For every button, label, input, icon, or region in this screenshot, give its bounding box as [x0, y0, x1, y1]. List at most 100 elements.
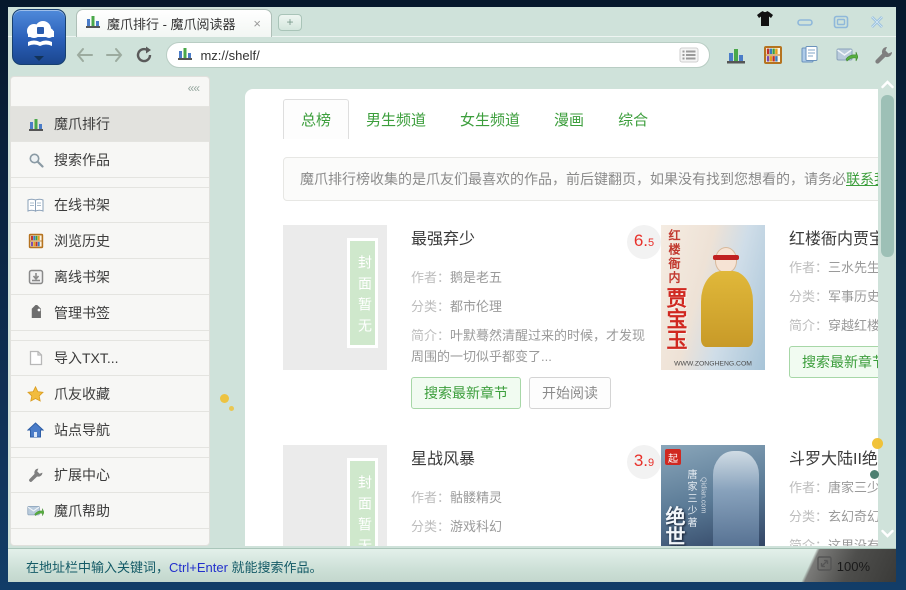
search-latest-chapter-button[interactable]: 搜索最新章节	[789, 346, 878, 378]
url-favicon-chart-icon	[177, 45, 193, 66]
address-bar[interactable]: mz://shelf/	[166, 42, 710, 68]
vertical-scrollbar[interactable]	[879, 75, 896, 548]
scrollbar-thumb[interactable]	[881, 95, 894, 257]
cover-figure	[701, 247, 753, 347]
sidebar-item-label: 魔爪帮助	[54, 501, 110, 521]
sidebar-item-offline-shelf[interactable]: 离线书架	[11, 259, 209, 295]
minimize-button[interactable]	[792, 13, 818, 30]
author-label: 作者：	[411, 490, 450, 505]
intro-value: 穿越红楼的贾宝玉，不...	[828, 318, 878, 333]
share-mail-icon[interactable]	[835, 43, 859, 67]
scroll-up-icon[interactable]	[879, 75, 896, 93]
sidebar-item-history[interactable]: 浏览历史	[11, 223, 209, 259]
cover-site-text: WWW.ZONGHENG.COM	[669, 360, 757, 368]
cover-author-text: 唐家三少著	[683, 469, 698, 529]
sidebar-collapse-button[interactable]: ««	[11, 77, 209, 97]
search-icon	[27, 151, 44, 168]
category-value: 玄幻奇幻	[828, 509, 878, 524]
sidebar-item-label: 离线书架	[54, 267, 110, 287]
bookshelf-icon[interactable]	[761, 43, 785, 67]
book-cover-placeholder[interactable]: 封面暂无	[283, 445, 387, 546]
paint-dot	[872, 438, 883, 449]
book-cover-image[interactable]: 起 唐家三少著 Qidian.com 绝世唐门	[661, 445, 765, 546]
sidebar-item-label: 站点导航	[54, 420, 110, 440]
window-controls	[756, 11, 890, 32]
score-badge: 6.5	[627, 225, 661, 259]
author-value: 三水先生	[828, 260, 878, 275]
contact-us-link[interactable]: 联系我们	[846, 171, 878, 187]
sidebar-item-bookmarks[interactable]: 管理书签	[11, 295, 209, 331]
sidebar-item-site-nav[interactable]: 站点导航	[11, 412, 209, 448]
category-tabs: 总榜 男生频道 女生频道 漫画 综合	[283, 101, 878, 139]
intro-label: 简介：	[789, 318, 828, 333]
book-cover-placeholder[interactable]: 封面暂无	[283, 225, 387, 370]
category-label: 分类：	[789, 289, 828, 304]
cover-title-text: 贾宝玉	[665, 287, 686, 350]
maximize-button[interactable]	[828, 13, 854, 30]
sidebar-item-favorites[interactable]: 爪友收藏	[11, 376, 209, 412]
book-title[interactable]: 红楼衙内贾宝玉	[789, 225, 878, 249]
sidebar-item-help[interactable]: 魔爪帮助	[11, 493, 209, 529]
tab-male-channel[interactable]: 男生频道	[349, 100, 443, 139]
book-title[interactable]: 星战风暴	[411, 445, 475, 469]
tab-strip: 魔爪排行 - 魔爪阅读器 × +	[8, 7, 896, 37]
tab-close-icon[interactable]: ×	[251, 15, 263, 32]
paint-dot	[870, 470, 879, 479]
toolbar-icons	[724, 43, 896, 67]
tab-female-channel[interactable]: 女生频道	[443, 100, 537, 139]
star-icon	[27, 385, 44, 402]
category-label: 分类：	[789, 509, 828, 524]
book-title[interactable]: 斗罗大陆II绝世唐门	[789, 445, 878, 469]
forward-button[interactable]	[100, 42, 129, 68]
category-value: 都市伦理	[450, 299, 502, 314]
score-badge: 3.9	[627, 445, 661, 479]
book-cover-image[interactable]: 红楼衙内 贾宝玉 WWW.ZONGHENG.COM	[661, 225, 765, 370]
tab-comics[interactable]: 漫画	[537, 100, 601, 139]
sidebar-item-label: 搜索作品	[54, 150, 110, 170]
start-reading-button[interactable]: 开始阅读	[529, 377, 611, 409]
blank-page-icon	[27, 350, 44, 367]
tag-icon	[27, 304, 44, 321]
search-latest-chapter-button[interactable]: 搜索最新章节	[411, 377, 521, 409]
sidebar-item-ranking[interactable]: 魔爪排行	[11, 106, 209, 142]
wrench-icon[interactable]	[872, 43, 896, 67]
url-dropdown-list-icon[interactable]	[675, 45, 703, 65]
author-label: 作者：	[411, 270, 450, 285]
skin-tshirt-icon[interactable]	[756, 11, 774, 32]
book-title[interactable]: 最强弃少	[411, 225, 475, 249]
no-cover-label: 封面暂无	[347, 238, 378, 348]
sidebar-item-extensions[interactable]: 扩展中心	[11, 457, 209, 493]
zoom-resize-icon	[817, 556, 832, 576]
new-tab-button[interactable]: +	[278, 14, 302, 31]
back-button[interactable]	[71, 42, 100, 68]
close-button[interactable]	[864, 13, 890, 30]
zoom-control[interactable]: 100%	[817, 556, 870, 576]
tab-misc[interactable]: 综合	[601, 100, 665, 139]
ranking-chart-icon[interactable]	[724, 43, 748, 67]
tab-overall[interactable]: 总榜	[283, 99, 349, 139]
refresh-button[interactable]	[129, 42, 158, 68]
app-menu-caret-icon	[34, 56, 44, 61]
sidebar-item-label: 爪友收藏	[54, 384, 110, 404]
sidebar-item-search-works[interactable]: 搜索作品	[11, 142, 209, 178]
book-list: 封面暂无 最强弃少 6.5 作者：鹅是老五 分类：都市伦理 简介：叶默蓦然清醒过…	[283, 225, 878, 546]
mail-arrow-icon	[27, 502, 44, 519]
scroll-down-icon[interactable]	[879, 524, 896, 542]
sidebar-item-online-shelf[interactable]: 在线书架	[11, 187, 209, 223]
cover-seal-text: 起	[665, 449, 681, 465]
intro-value: 这里没有武术，却有...	[828, 538, 878, 546]
app-menu-button[interactable]	[12, 9, 66, 65]
sidebar-item-import-txt[interactable]: 导入TXT...	[11, 340, 209, 376]
download-box-icon	[27, 268, 44, 285]
documents-icon[interactable]	[798, 43, 822, 67]
notice-banner: 魔爪排行榜收集的是爪友们最喜欢的作品，前后键翻页，如果没有找到您想看的，请务必联…	[283, 157, 878, 201]
browser-tab[interactable]: 魔爪排行 - 魔爪阅读器 ×	[76, 9, 272, 37]
main-panel: 总榜 男生频道 女生频道 漫画 综合 魔爪排行榜收集的是爪友们最喜欢的作品，前后…	[245, 89, 878, 546]
book-item: 红楼衙内 贾宝玉 WWW.ZONGHENG.COM 红楼衙内贾宝玉 作者：三水先…	[661, 225, 878, 409]
sidebar-item-label: 浏览历史	[54, 231, 110, 251]
url-input[interactable]: mz://shelf/	[200, 48, 668, 63]
sidebar-item-label: 扩展中心	[54, 465, 110, 485]
sidebar-item-label: 管理书签	[54, 303, 110, 323]
author-label: 作者：	[789, 480, 828, 495]
paint-dot	[220, 394, 229, 403]
